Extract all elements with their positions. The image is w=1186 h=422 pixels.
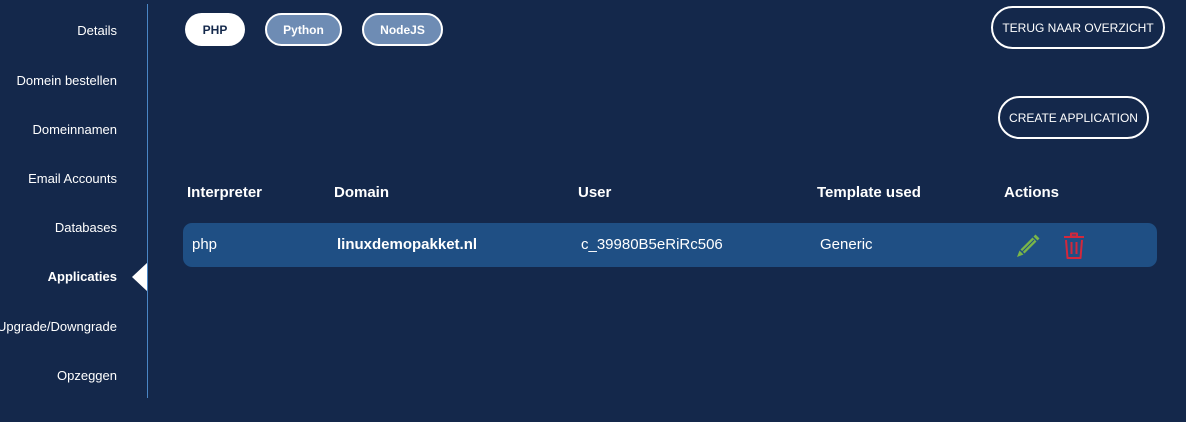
back-to-overview-button[interactable]: TERUG NAAR OVERZICHT: [991, 6, 1165, 49]
cell-interpreter: php: [192, 236, 218, 253]
trash-icon[interactable]: [1061, 232, 1087, 260]
tab-python[interactable]: Python: [265, 13, 342, 46]
column-header-user: User: [578, 184, 612, 201]
column-header-interpreter: Interpreter: [187, 184, 263, 201]
sidebar: Details Domein bestellen Domeinnamen Ema…: [0, 0, 148, 422]
column-header-actions: Actions: [1004, 184, 1060, 201]
sidebar-item-email-accounts[interactable]: Email Accounts: [28, 171, 117, 187]
sidebar-item-databases[interactable]: Databases: [55, 220, 117, 236]
cell-user: c_39980B5eRiRc506: [581, 236, 723, 253]
pencil-icon[interactable]: [1014, 232, 1040, 260]
cell-domain: linuxdemopakket.nl: [337, 236, 478, 253]
sidebar-item-details[interactable]: Details: [77, 23, 117, 39]
sidebar-item-upgrade-downgrade[interactable]: Upgrade/Downgrade: [0, 319, 117, 335]
sidebar-divider: [147, 4, 148, 398]
cell-template: Generic: [820, 236, 873, 253]
column-header-domain: Domain: [334, 184, 390, 201]
active-item-indicator: [132, 262, 148, 292]
sidebar-item-applicaties[interactable]: Applicaties: [48, 269, 117, 285]
sidebar-item-domein-bestellen[interactable]: Domein bestellen: [17, 73, 117, 89]
create-application-button[interactable]: CREATE APPLICATION: [998, 96, 1149, 139]
column-header-template: Template used: [817, 184, 921, 201]
tab-php[interactable]: PHP: [185, 13, 245, 46]
tab-nodejs[interactable]: NodeJS: [362, 13, 443, 46]
sidebar-item-opzeggen[interactable]: Opzeggen: [57, 368, 117, 384]
sidebar-item-domeinnamen[interactable]: Domeinnamen: [32, 122, 117, 138]
